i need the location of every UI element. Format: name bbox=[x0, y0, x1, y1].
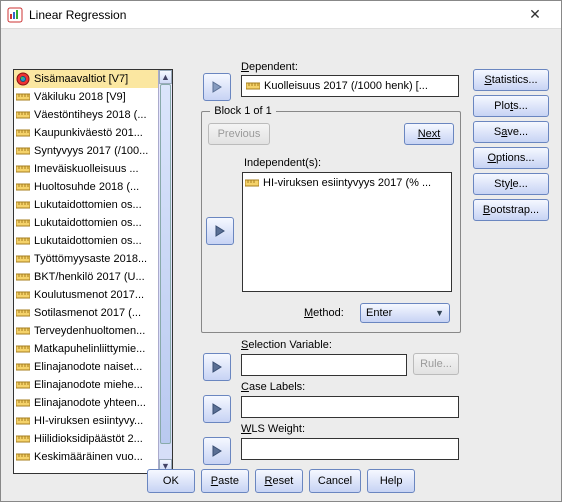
move-to-dependent-button[interactable] bbox=[203, 73, 231, 101]
variable-row[interactable]: Lukutaidottomien os... bbox=[14, 214, 164, 232]
variable-row[interactable]: Väestöntiheys 2018 (... bbox=[14, 106, 164, 124]
scrollbar[interactable]: ▲ ▼ bbox=[158, 70, 172, 473]
variable-row[interactable]: Imeväiskuolleisuus ... bbox=[14, 160, 164, 178]
wls-weight-field[interactable] bbox=[241, 438, 459, 460]
selection-variable-label: Selection Variable: bbox=[241, 339, 332, 351]
scale-icon bbox=[16, 416, 30, 426]
bootstrap-button[interactable]: Bootstrap... bbox=[473, 199, 549, 221]
scale-icon bbox=[16, 218, 30, 228]
variable-row[interactable]: Koulutusmenot 2017... bbox=[14, 286, 164, 304]
statistics-button[interactable]: Statistics... bbox=[473, 69, 549, 91]
save-button[interactable]: Save... bbox=[473, 121, 549, 143]
close-button[interactable]: ✕ bbox=[515, 2, 555, 28]
selection-variable-field[interactable] bbox=[241, 354, 407, 376]
ok-button[interactable]: OK bbox=[147, 469, 195, 493]
scale-icon bbox=[16, 344, 30, 354]
variable-row[interactable]: Lukutaidottomien os... bbox=[14, 196, 164, 214]
options-button[interactable]: Options... bbox=[473, 147, 549, 169]
variable-row[interactable]: Sotilasmenot 2017 (... bbox=[14, 304, 164, 322]
next-button[interactable]: Next bbox=[404, 123, 454, 145]
independent-label: Independent(s): bbox=[244, 157, 321, 169]
window-title: Linear Regression bbox=[29, 8, 515, 22]
variable-row[interactable]: Elinajanodote naiset... bbox=[14, 358, 164, 376]
scale-icon bbox=[16, 290, 30, 300]
independent-list[interactable]: HI-viruksen esiintyvyys 2017 (% ... bbox=[242, 172, 452, 292]
variable-row[interactable]: BKT/henkilö 2017 (U... bbox=[14, 268, 164, 286]
scale-icon bbox=[16, 110, 30, 120]
paste-button[interactable]: Paste bbox=[201, 469, 249, 493]
scale-icon bbox=[16, 128, 30, 138]
scale-icon bbox=[16, 164, 30, 174]
scale-icon bbox=[246, 81, 260, 91]
dependent-field[interactable]: Kuolleisuus 2017 (/1000 henk) [... bbox=[241, 75, 459, 97]
variable-row[interactable]: Hiilidioksidipäästöt 2... bbox=[14, 430, 164, 448]
scale-icon bbox=[16, 434, 30, 444]
move-to-wls-button[interactable] bbox=[203, 437, 231, 465]
app-icon bbox=[7, 7, 23, 23]
style-button[interactable]: Style... bbox=[473, 173, 549, 195]
scroll-thumb[interactable] bbox=[160, 84, 171, 444]
scale-icon bbox=[16, 272, 30, 282]
help-button[interactable]: Help bbox=[367, 469, 415, 493]
scale-icon bbox=[245, 178, 259, 188]
block-group: Block 1 of 1 Previous Next Independent(s… bbox=[201, 105, 461, 333]
variable-row[interactable]: Keskimääräinen vuo... bbox=[14, 448, 164, 466]
case-labels-label: Case Labels: bbox=[241, 381, 305, 393]
method-combo[interactable]: Enter▼ bbox=[360, 303, 450, 323]
variable-row[interactable]: Terveydenhuoltomen... bbox=[14, 322, 164, 340]
scale-icon bbox=[16, 182, 30, 192]
variable-row[interactable]: Kaupunkiväestö 201... bbox=[14, 124, 164, 142]
move-to-caselabels-button[interactable] bbox=[203, 395, 231, 423]
variable-row[interactable]: HI-viruksen esiintyvy... bbox=[14, 412, 164, 430]
scale-icon bbox=[16, 452, 30, 462]
variable-row[interactable]: Sisämaavaltiot [V7] bbox=[14, 70, 164, 88]
variable-row[interactable]: Lukutaidottomien os... bbox=[14, 232, 164, 250]
move-to-independent-button[interactable] bbox=[206, 217, 234, 245]
titlebar: Linear Regression ✕ bbox=[1, 1, 561, 29]
previous-button: Previous bbox=[208, 123, 270, 145]
scale-icon bbox=[16, 380, 30, 390]
block-legend: Block 1 of 1 bbox=[210, 105, 275, 117]
scale-icon bbox=[16, 200, 30, 210]
bottom-button-bar: OK Paste Reset Cancel Help bbox=[1, 469, 561, 493]
case-labels-field[interactable] bbox=[241, 396, 459, 418]
scale-icon bbox=[16, 92, 30, 102]
scale-icon bbox=[16, 398, 30, 408]
rule-button: Rule... bbox=[413, 353, 459, 375]
plots-button[interactable]: Plots... bbox=[473, 95, 549, 117]
variable-list[interactable]: Sisämaavaltiot [V7]Väkiluku 2018 [V9]Väe… bbox=[13, 69, 173, 474]
variable-row[interactable]: Huoltosuhde 2018 (... bbox=[14, 178, 164, 196]
method-label: Method: bbox=[304, 307, 344, 319]
variable-row[interactable]: Elinajanodote yhteen... bbox=[14, 394, 164, 412]
scale-icon bbox=[16, 146, 30, 156]
scale-icon bbox=[16, 254, 30, 264]
scale-icon bbox=[16, 362, 30, 372]
cancel-button[interactable]: Cancel bbox=[309, 469, 361, 493]
variable-row[interactable]: Matkapuhelinliittymie... bbox=[14, 340, 164, 358]
variable-row[interactable]: Väkiluku 2018 [V9] bbox=[14, 88, 164, 106]
scale-icon bbox=[16, 236, 30, 246]
variable-row[interactable]: Syntyvyys 2017 (/100... bbox=[14, 142, 164, 160]
dependent-value: Kuolleisuus 2017 (/1000 henk) [... bbox=[264, 80, 428, 92]
variable-row[interactable]: Elinajanodote miehe... bbox=[14, 376, 164, 394]
nominal-icon bbox=[16, 72, 30, 86]
reset-button[interactable]: Reset bbox=[255, 469, 303, 493]
scale-icon bbox=[16, 326, 30, 336]
wls-weight-label: WLS Weight: bbox=[241, 423, 305, 435]
scroll-up-button[interactable]: ▲ bbox=[159, 70, 172, 84]
chevron-down-icon: ▼ bbox=[435, 308, 444, 318]
independent-item[interactable]: HI-viruksen esiintyvyys 2017 (% ... bbox=[245, 175, 449, 191]
move-to-selection-button[interactable] bbox=[203, 353, 231, 381]
scale-icon bbox=[16, 308, 30, 318]
variable-row[interactable]: Työttömyysaste 2018... bbox=[14, 250, 164, 268]
dependent-label: Dependent: bbox=[241, 61, 298, 73]
